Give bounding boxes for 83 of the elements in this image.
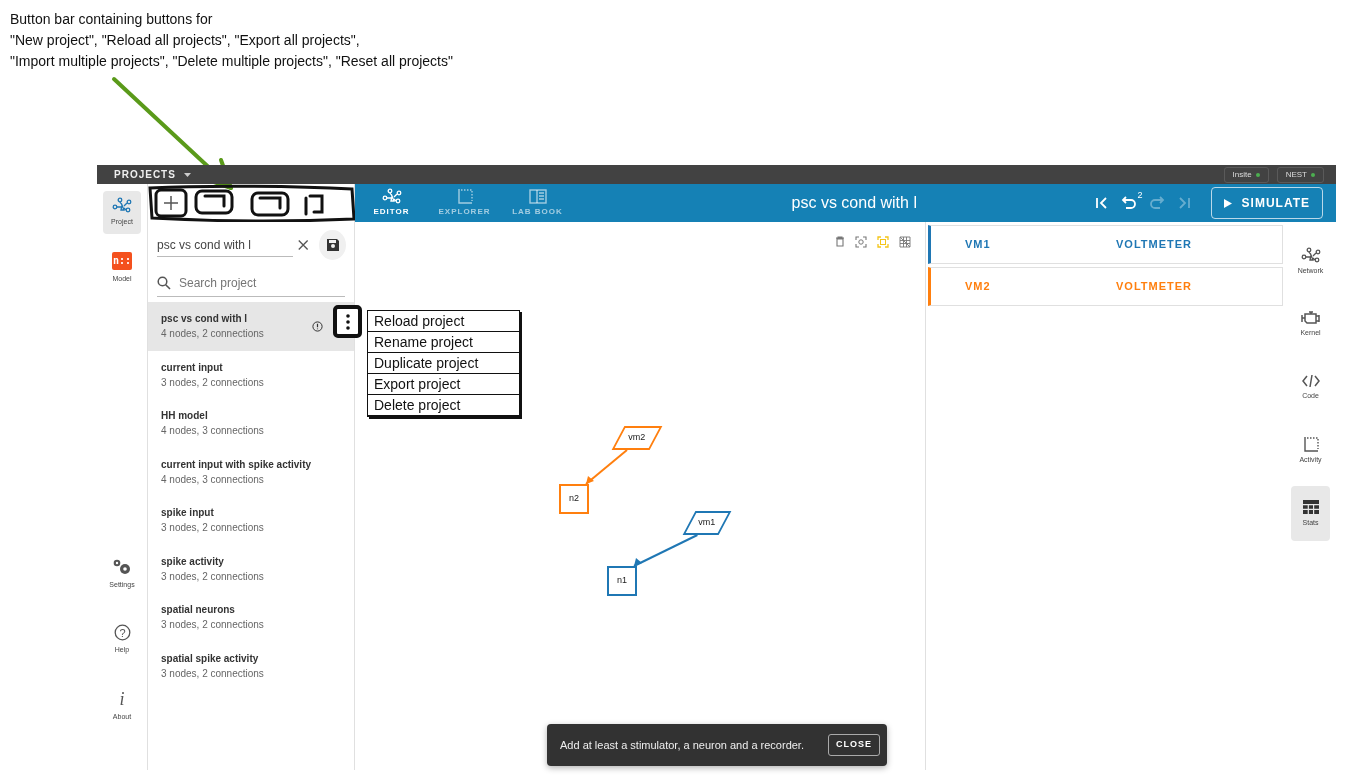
project-info: 4 nodes, 3 connections: [161, 424, 265, 439]
annotation-text: Button bar containing buttons for: [10, 10, 214, 29]
recorder-model: VOLTMETER: [1116, 237, 1192, 253]
recorder-label: VM2: [965, 279, 992, 295]
project-name: current input: [161, 360, 224, 375]
search-field[interactable]: Search project: [177, 273, 337, 293]
connection-arrow: [585, 449, 628, 485]
project-name: psc vs cond with l: [161, 312, 249, 327]
tab[interactable]: EDITOR: [355, 184, 428, 222]
undo-count: 2: [1137, 189, 1143, 202]
trash-icon[interactable]: [835, 236, 845, 247]
recorder-node[interactable]: vm1: [682, 511, 732, 535]
search-icon: [157, 276, 171, 290]
project-info: 4 nodes, 2 connections: [161, 327, 265, 342]
annotation-text: "Import multiple projects", "Delete multiple projects", "Reset all projects": [10, 52, 454, 71]
save-icon: [325, 238, 340, 252]
project-name: spike activity: [161, 554, 225, 569]
project-item[interactable]: spatial spike activity 3 nodes, 2 connections: [148, 641, 354, 690]
project-info: 3 nodes, 2 connections: [161, 618, 265, 633]
projects-menu[interactable]: PROJECTS: [114, 167, 176, 182]
close-icon[interactable]: [297, 238, 310, 252]
engine-icon: [1300, 310, 1321, 325]
first-icon[interactable]: [1094, 196, 1109, 210]
kebab-icon: [345, 313, 350, 330]
project-name: HH model: [161, 409, 209, 424]
book-icon: [528, 188, 547, 204]
project-item[interactable]: spike input 3 nodes, 2 connections: [148, 496, 354, 545]
more-button[interactable]: [333, 305, 362, 338]
table-icon: [1301, 498, 1320, 515]
caret-icon: [183, 172, 191, 177]
project-item[interactable]: current input with spike activity 4 nodes, 3 connections: [148, 447, 354, 496]
project-name: current input with spike activity: [161, 457, 313, 472]
save-button[interactable]: [319, 230, 346, 260]
project-info: 3 nodes, 2 connections: [161, 569, 265, 584]
menu-item[interactable]: Rename project: [368, 332, 519, 353]
project-item[interactable]: HH model 4 nodes, 3 connections: [148, 399, 354, 448]
undo-icon[interactable]: [1120, 195, 1137, 211]
neuron-node[interactable]: n1: [607, 566, 637, 596]
close-button[interactable]: CLOSE: [828, 734, 880, 756]
project-item[interactable]: current input 3 nodes, 2 connections: [148, 350, 354, 399]
recorder-card[interactable]: VM1 VOLTMETER: [928, 225, 1283, 264]
recorder-node[interactable]: vm2: [611, 426, 663, 450]
backend-label: NEST: [1285, 168, 1307, 181]
gears-icon: [112, 557, 132, 576]
alert-icon: [312, 320, 323, 332]
annotation-text: "New project", "Reload all projects", "Export all projects",: [10, 31, 361, 50]
logo-icon: n::: [112, 251, 132, 270]
network-icon: [1300, 246, 1321, 263]
snackbar-message: Add at least a stimulator, a neuron and a recorder.: [560, 737, 804, 753]
project-info: 3 nodes, 2 connections: [161, 666, 265, 681]
project-name: spatial spike activity: [161, 651, 260, 666]
recorder-label: VM1: [965, 237, 992, 253]
network-icon: [381, 188, 402, 204]
project-name-field[interactable]: psc vs cond with l: [157, 233, 293, 257]
project-info: 4 nodes, 3 connections: [161, 472, 265, 487]
project-title: psc vs cond with l: [790, 193, 918, 213]
code-icon: [1301, 373, 1320, 388]
project-info: 3 nodes, 2 connections: [161, 375, 265, 390]
grid-off-icon[interactable]: [899, 236, 911, 248]
project-name: spatial neurons: [161, 603, 236, 618]
dotted-square-icon: [1302, 435, 1319, 452]
project-item[interactable]: psc vs cond with l 4 nodes, 2 connections: [148, 302, 354, 351]
dotted-square-icon: [456, 188, 473, 204]
menu-item[interactable]: Duplicate project: [368, 353, 519, 374]
neuron-node[interactable]: n2: [559, 484, 589, 514]
project-info: 3 nodes, 2 connections: [161, 521, 265, 536]
focus-icon[interactable]: [855, 236, 867, 248]
backend-status[interactable]: NEST: [1276, 166, 1324, 183]
menu-item[interactable]: Export project: [368, 374, 519, 395]
simulate-button[interactable]: SIMULATE: [1210, 187, 1323, 219]
recorder-model: VOLTMETER: [1116, 279, 1192, 295]
menu-item[interactable]: Reload project: [368, 311, 519, 332]
backend-status[interactable]: Insite: [1223, 166, 1269, 183]
play-icon: [1223, 198, 1232, 208]
project-name: spike input: [161, 506, 215, 521]
project-item[interactable]: spike activity 3 nodes, 2 connections: [148, 544, 354, 593]
menu-item[interactable]: Delete project: [368, 395, 519, 416]
network-icon: [112, 197, 132, 213]
info-icon: i: [119, 689, 125, 708]
project-item[interactable]: spatial neurons 3 nodes, 2 connections: [148, 593, 354, 642]
help-icon: ?: [113, 624, 131, 641]
connection-arrow: [633, 534, 699, 567]
backend-label: Insite: [1232, 168, 1252, 181]
